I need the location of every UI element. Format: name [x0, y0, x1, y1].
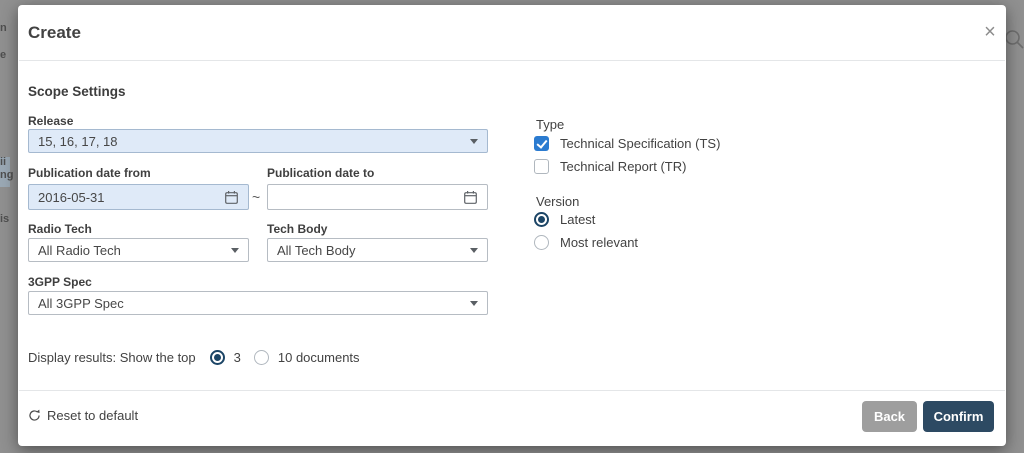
release-value: 15, 16, 17, 18 [38, 133, 118, 149]
tr-checkbox-label: Technical Report (TR) [560, 159, 687, 174]
gpp-spec-value: All 3GPP Spec [38, 295, 124, 311]
reset-icon [28, 409, 41, 422]
chevron-down-icon [231, 247, 239, 253]
calendar-icon[interactable] [463, 190, 478, 205]
ts-checkbox[interactable] [534, 136, 549, 151]
display-results-row: Display results: Show the top 3 10 docum… [28, 349, 360, 365]
reset-label: Reset to default [47, 408, 139, 423]
bg-text-fragment: e [0, 49, 7, 61]
tech-body-label: Tech Body [267, 222, 328, 236]
confirm-button[interactable]: Confirm [923, 401, 994, 432]
header-divider [19, 60, 1005, 61]
section-title-scope-settings: Scope Settings [28, 84, 126, 99]
gpp-spec-label: 3GPP Spec [28, 275, 92, 289]
pub-date-from-value: 2016-05-31 [38, 189, 105, 205]
latest-radio-label: Latest [560, 212, 596, 227]
display-results-label: Display results: Show the top [28, 349, 196, 365]
close-icon[interactable]: × [978, 20, 1002, 44]
bg-text-fragment: n [0, 22, 7, 34]
radio-tech-value: All Radio Tech [38, 242, 121, 258]
pub-date-to-label: Publication date to [267, 166, 375, 180]
pub-date-to-input[interactable] [267, 184, 488, 210]
tech-body-value: All Tech Body [277, 242, 356, 258]
footer-divider [19, 390, 1005, 391]
pub-date-from-input[interactable]: 2016-05-31 [28, 184, 249, 210]
top3-radio-label: 3 [233, 349, 241, 365]
pub-date-from-label: Publication date from [28, 166, 151, 180]
release-select[interactable]: 15, 16, 17, 18 [28, 129, 488, 153]
type-group-label: Type [536, 117, 565, 132]
most-relevant-radio-label: Most relevant [560, 235, 639, 250]
type-option-ts: Technical Specification (TS) [534, 136, 720, 151]
chevron-down-icon [470, 300, 478, 306]
release-label: Release [28, 114, 74, 128]
top3-radio[interactable] [209, 349, 225, 365]
tr-checkbox[interactable] [534, 159, 549, 174]
dialog-title: Create [28, 23, 81, 42]
version-option-latest: Latest [534, 212, 595, 227]
bg-text-fragment: ng [0, 169, 14, 181]
top10-radio[interactable] [253, 349, 269, 365]
version-option-most-relevant: Most relevant [534, 235, 638, 250]
back-button[interactable]: Back [862, 401, 917, 432]
calendar-icon[interactable] [224, 190, 239, 205]
create-dialog [18, 5, 1006, 446]
bg-text-fragment: is [0, 213, 10, 225]
tech-body-select[interactable]: All Tech Body [267, 238, 488, 262]
top10-radio-label: 10 documents [277, 349, 360, 365]
version-group-label: Version [536, 194, 580, 209]
type-option-tr: Technical Report (TR) [534, 159, 686, 174]
date-range-separator: ~ [252, 189, 261, 205]
background-search-icon [1003, 28, 1024, 55]
radio-tech-label: Radio Tech [28, 222, 92, 236]
latest-radio[interactable] [534, 212, 549, 227]
ts-checkbox-label: Technical Specification (TS) [560, 136, 721, 151]
most-relevant-radio[interactable] [534, 235, 549, 250]
gpp-spec-select[interactable]: All 3GPP Spec [28, 291, 488, 315]
reset-to-default-button[interactable]: Reset to default [28, 408, 138, 423]
chevron-down-icon [470, 247, 478, 253]
radio-tech-select[interactable]: All Radio Tech [28, 238, 249, 262]
chevron-down-icon [470, 138, 478, 144]
screen: n e ii ng is Create × Scope Settings Rel… [0, 0, 1024, 453]
bg-text-fragment: ii [0, 156, 7, 168]
